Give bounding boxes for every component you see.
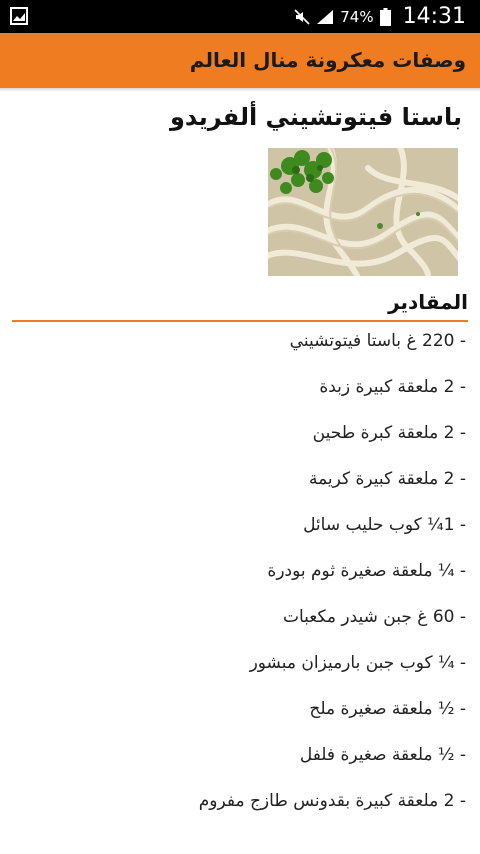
status-bar: 74% 14:31 — [0, 0, 480, 33]
ingredients-heading: المقادير — [388, 290, 468, 314]
battery-percent: 74% — [340, 7, 374, 26]
ingredient-item: - ½ ملعقة صغيرة فلفل — [299, 745, 466, 765]
ingredient-item: - ¼ ملعقة صغيرة ثوم بودرة — [267, 561, 466, 581]
ingredients-list: - 220 غ باستا فيتوتشيني - 2 ملعقة كبيرة … — [0, 326, 480, 832]
ingredient-item: - ¼ كوب جبن بارميزان مبشور — [249, 653, 466, 673]
app-bar: وصفات معكرونة منال العالم — [0, 33, 480, 88]
signal-icon — [317, 9, 334, 24]
recipe-title: باستا فيتوتشيني ألفريدو — [169, 103, 462, 131]
battery-icon — [379, 7, 391, 26]
ingredient-item: - ½ ملعقة صغيرة ملح — [309, 699, 466, 719]
app-title: وصفات معكرونة منال العالم — [189, 48, 466, 72]
gallery-notification-icon — [10, 7, 28, 25]
pasta-image — [268, 148, 458, 276]
clock: 14:31 — [402, 4, 466, 29]
recipe-photo — [268, 148, 458, 276]
app-bar-shadow — [0, 88, 480, 92]
ingredient-item: - 2 ملعقة كبرة طحين — [312, 423, 466, 443]
ingredient-item: - 2 ملعقة كبيرة زبدة — [319, 377, 466, 397]
mute-icon — [294, 8, 310, 25]
ingredient-item: - 2 ملعقة كبيرة بقدونس طازج مفروم — [198, 791, 466, 811]
ingredient-item: - 1¼ كوب حليب سائل — [303, 515, 466, 535]
ingredient-item: - 60 غ جبن شيدر مكعبات — [282, 607, 466, 627]
ingredient-item: - 2 ملعقة كبيرة كريمة — [308, 469, 466, 489]
section-divider — [12, 320, 468, 322]
status-indicators: 74% 14:31 — [294, 0, 466, 33]
ingredient-item: - 220 غ باستا فيتوتشيني — [289, 331, 466, 351]
